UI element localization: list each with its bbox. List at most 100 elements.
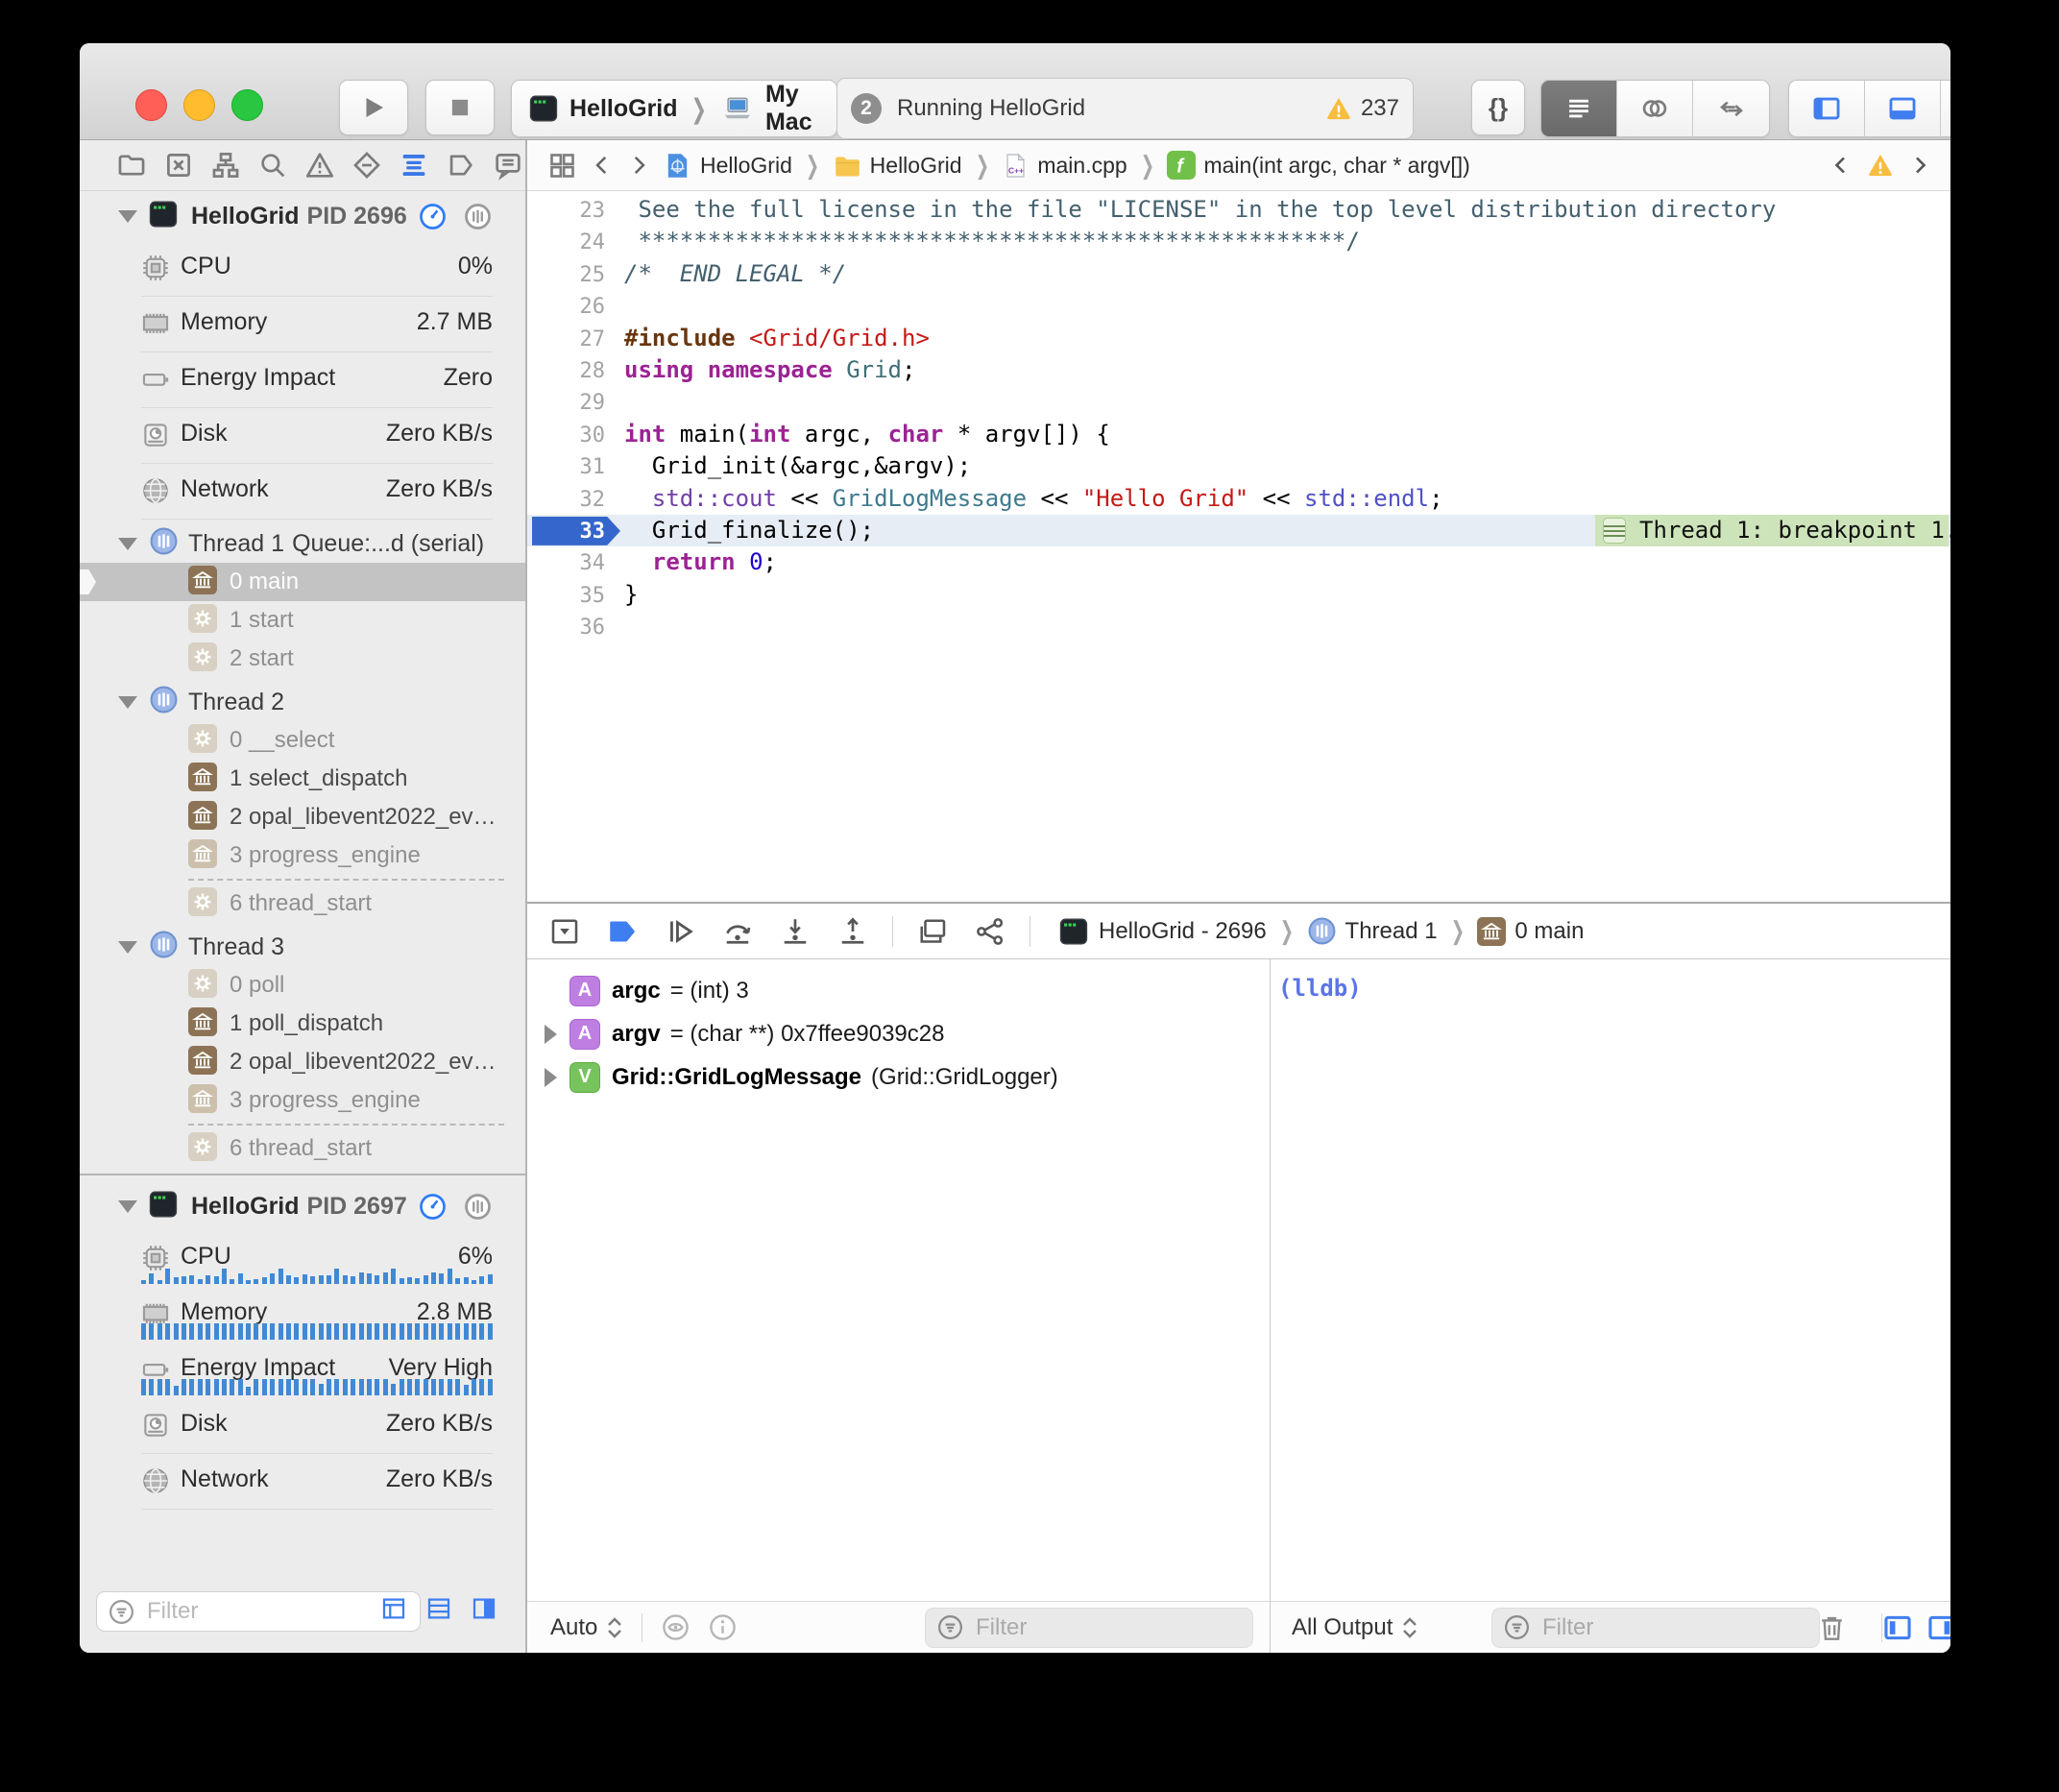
console-filter-field[interactable] <box>1491 1608 1820 1648</box>
step-into-button[interactable] <box>777 913 813 950</box>
code-line-23[interactable]: 23 See the full license in the file "LIC… <box>527 194 1950 226</box>
code-line-35[interactable]: 35} <box>527 579 1950 611</box>
breadcrumb-item[interactable]: HelloGrid <box>833 151 962 181</box>
threads-view-button[interactable] <box>463 1192 493 1222</box>
console-view[interactable]: (lldb) All Output <box>1271 959 1950 1653</box>
quick-look-button[interactable] <box>660 1611 691 1643</box>
disclosure-triangle-icon[interactable] <box>118 941 137 954</box>
flat-view-button[interactable] <box>423 1593 455 1626</box>
breadcrumb-item[interactable]: C++main.cpp <box>1002 151 1126 181</box>
gauge-row-energy-impact[interactable]: Energy ImpactZero <box>80 352 525 408</box>
code-line-24[interactable]: 24 *************************************… <box>527 226 1950 257</box>
line-number[interactable]: 29 <box>527 387 605 419</box>
gauge-row-cpu[interactable]: CPU6% <box>80 1231 525 1287</box>
version-editor-button[interactable] <box>1693 81 1769 136</box>
breakpoints-toggle-button[interactable] <box>604 913 641 950</box>
console-output-dropdown[interactable]: All Output <box>1292 1614 1419 1641</box>
line-number[interactable]: 31 <box>527 451 605 483</box>
print-description-button[interactable] <box>707 1611 739 1643</box>
navigator-filter-input[interactable] <box>145 1597 410 1626</box>
disclosure-triangle-icon[interactable] <box>118 696 137 709</box>
close-window-button[interactable] <box>135 89 167 121</box>
stack-frame-row[interactable]: 2 opal_libevent2022_ev… <box>80 1043 525 1081</box>
disclosure-triangle-icon[interactable] <box>118 1200 137 1213</box>
threads-view-button[interactable] <box>463 202 493 231</box>
code-line-31[interactable]: 31 Grid_init(&argc,&argv); <box>527 450 1950 482</box>
variable-row[interactable]: A argv= (char **) 0x7ffee9039c28 <box>527 1012 1270 1055</box>
code-line-25[interactable]: 25/* END LEGAL */ <box>527 258 1950 290</box>
hide-debug-area-button[interactable] <box>546 913 583 950</box>
line-number[interactable]: 35 <box>527 580 605 612</box>
forward-button[interactable] <box>626 151 651 180</box>
debug-jumpbar-item[interactable]: Thread 1 <box>1307 916 1438 946</box>
gauge-row-disk[interactable]: DiskZero KB/s <box>80 408 525 464</box>
run-button[interactable] <box>339 80 408 135</box>
stop-button[interactable] <box>425 80 495 135</box>
toggle-console-view-button[interactable] <box>1926 1611 1950 1644</box>
gauges-view-button[interactable] <box>418 202 448 231</box>
stack-frame-row[interactable]: 2 opal_libevent2022_ev… <box>80 798 525 836</box>
variable-row[interactable]: A argc= (int) 3 <box>527 969 1270 1012</box>
code-line-32[interactable]: 32 std::cout << GridLogMessage << "Hello… <box>527 483 1950 515</box>
code-review-button[interactable]: {} <box>1471 80 1525 135</box>
disclosure-triangle-icon[interactable] <box>118 538 137 550</box>
stack-frame-row[interactable]: 6 thread_start <box>80 884 525 923</box>
assistant-editor-button[interactable] <box>1617 81 1693 136</box>
code-line-33[interactable]: 33 Grid_finalize(); Thread 1: breakpoint… <box>527 515 1950 546</box>
breakpoint-annotation-menu-button[interactable] <box>1603 518 1626 544</box>
line-number[interactable]: 26 <box>527 291 605 323</box>
line-number[interactable]: 28 <box>527 355 605 387</box>
variable-row[interactable]: V Grid::GridLogMessage(Grid::GridLogger) <box>527 1055 1270 1099</box>
standard-editor-button[interactable] <box>1541 81 1617 136</box>
stack-frame-row[interactable]: 0 poll <box>80 966 525 1005</box>
debug-jumpbar-item[interactable]: 0 main <box>1477 917 1584 946</box>
memory-graph-button[interactable] <box>972 913 1008 950</box>
related-items-button[interactable] <box>546 150 578 182</box>
toggle-variables-view-button[interactable] <box>1881 1611 1914 1644</box>
line-number[interactable]: 23 <box>527 195 605 227</box>
navigator-tab-source-control[interactable] <box>161 148 196 182</box>
stack-frame-row[interactable]: 3 progress_engine <box>80 836 525 875</box>
stack-frame-row[interactable]: 1 select_dispatch <box>80 760 525 798</box>
thread-row[interactable]: Thread 3 <box>80 928 525 966</box>
code-line-27[interactable]: 27#include <Grid/Grid.h> <box>527 323 1950 354</box>
breadcrumb-item[interactable]: fmain(int argc, char * argv[]) <box>1167 151 1469 180</box>
clear-console-button[interactable] <box>1816 1610 1848 1645</box>
stack-frame-row[interactable]: 6 thread_start <box>80 1129 525 1168</box>
stack-frame-row[interactable]: 0 main <box>80 563 525 601</box>
code-line-29[interactable]: 29 <box>527 386 1950 418</box>
line-number[interactable]: 32 <box>527 484 605 516</box>
line-number[interactable]: 27 <box>527 324 605 355</box>
filter-running-button[interactable] <box>377 1593 410 1626</box>
disclosure-triangle-icon[interactable] <box>118 210 137 223</box>
gauge-row-memory[interactable]: Memory2.8 MB <box>80 1287 525 1343</box>
navigator-tab-breakpoints[interactable] <box>444 148 478 182</box>
navigator-tab-symbols[interactable] <box>208 148 243 182</box>
gauge-row-cpu[interactable]: CPU0% <box>80 241 525 297</box>
thread-row[interactable]: Thread 2 <box>80 683 525 721</box>
activity-viewer[interactable]: 2 Running HelloGrid 237 <box>836 78 1414 139</box>
gauge-row-network[interactable]: NetworkZero KB/s <box>80 1454 525 1510</box>
line-number[interactable]: 34 <box>527 547 605 579</box>
thread-row[interactable]: Thread 1Queue:...d (serial) <box>80 524 525 563</box>
gauge-row-memory[interactable]: Memory2.7 MB <box>80 297 525 352</box>
navigator-tab-issues[interactable] <box>303 148 337 182</box>
previous-issue-button[interactable] <box>1829 152 1853 179</box>
line-number[interactable]: 25 <box>527 259 605 291</box>
navigator-tab-debug[interactable] <box>397 148 431 182</box>
breadcrumb-item[interactable]: HelloGrid <box>663 151 792 181</box>
navigator-tab-project[interactable] <box>114 148 149 182</box>
disclosure-triangle-icon[interactable] <box>545 1025 557 1044</box>
zoom-window-button[interactable] <box>231 89 263 121</box>
navigator-tab-find[interactable] <box>255 148 290 182</box>
continue-button[interactable] <box>662 913 698 950</box>
breakpoint-marker[interactable]: 33 <box>527 516 605 547</box>
inspectors-panel-button[interactable] <box>1941 81 1950 136</box>
code-line-28[interactable]: 28using namespace Grid; <box>527 354 1950 386</box>
back-button[interactable] <box>590 151 615 180</box>
compact-view-button[interactable] <box>468 1593 500 1626</box>
code-line-26[interactable]: 26 <box>527 290 1950 322</box>
disclosure-triangle-icon[interactable] <box>545 1068 557 1087</box>
gauge-row-energy-impact[interactable]: Energy ImpactVery High <box>80 1343 525 1398</box>
stack-frame-row[interactable]: 1 poll_dispatch <box>80 1005 525 1043</box>
